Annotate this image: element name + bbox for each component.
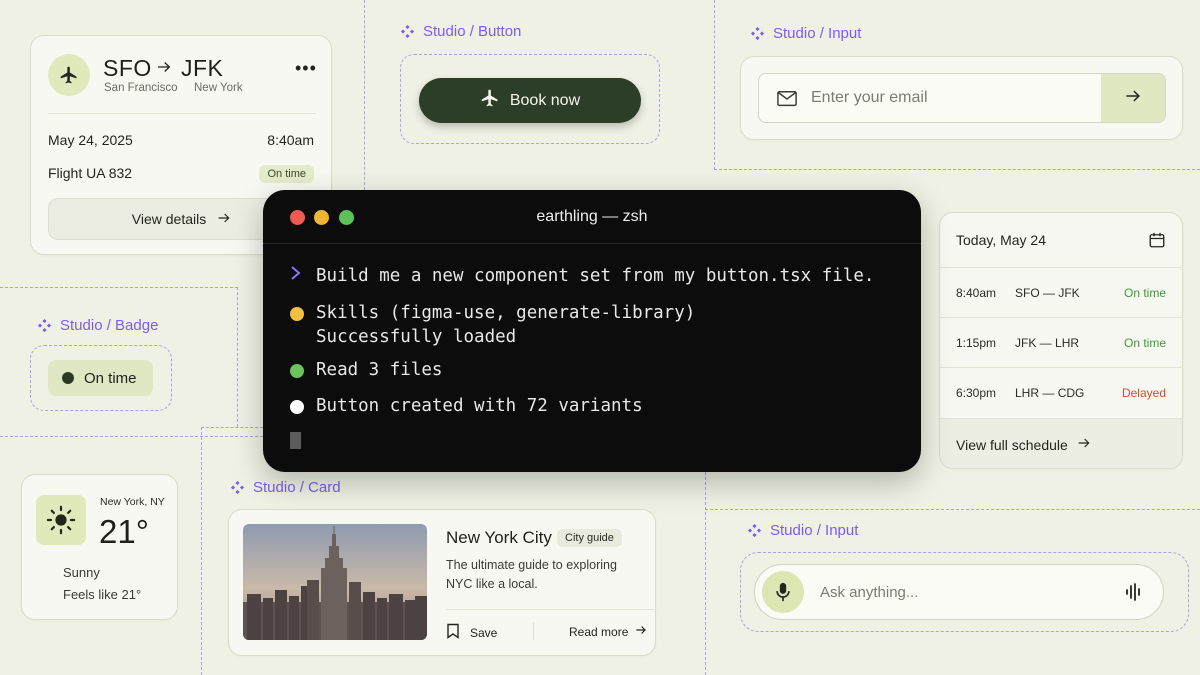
on-time-badge: On time <box>48 360 153 396</box>
guide-line <box>705 509 1200 510</box>
status-bullet <box>290 307 304 321</box>
arrow-right-icon <box>216 210 232 229</box>
terminal-window: earthling — zsh Build me a new component… <box>263 190 921 472</box>
weather-feels-like: Feels like 21° <box>63 587 142 602</box>
terminal-output-line: Skills (figma-use, generate-library) <box>316 303 696 323</box>
arrow-right-icon <box>1123 86 1143 111</box>
cursor <box>290 432 301 449</box>
prompt-chevron-icon <box>290 265 302 286</box>
view-schedule-link[interactable]: View full schedule <box>940 418 1182 468</box>
component-icon <box>747 523 762 538</box>
component-icon <box>37 318 52 333</box>
divider <box>48 113 316 114</box>
calendar-icon[interactable] <box>1148 231 1166 254</box>
email-field[interactable]: Enter your email <box>758 73 1166 123</box>
guide-line <box>705 472 706 675</box>
view-details-label: View details <box>131 211 207 227</box>
city-guide-tag: City guide <box>557 529 622 547</box>
studio-label-card: Studio / Card <box>230 479 341 496</box>
ask-input[interactable]: Ask anything... <box>754 564 1164 620</box>
plane-icon <box>480 88 500 113</box>
city-skyline-image <box>243 524 427 640</box>
save-button[interactable]: Save <box>446 623 497 642</box>
flight-number: Flight UA 832 <box>48 165 133 181</box>
arrow-right-icon <box>1076 435 1092 454</box>
terminal-titlebar: earthling — zsh <box>263 190 921 244</box>
guide-line <box>714 0 715 170</box>
ask-placeholder: Ask anything... <box>820 584 919 601</box>
city-guide-card: New York City City guide The ultimate gu… <box>228 509 657 656</box>
weather-card: New York, NY 21° Sunny Feels like 21° <box>21 474 178 620</box>
terminal-output-line: Read 3 files <box>316 360 443 380</box>
terminal-title: earthling — zsh <box>536 208 648 225</box>
weather-location: New York, NY <box>100 496 165 508</box>
component-icon <box>230 480 245 495</box>
guide-line <box>237 287 238 427</box>
weather-condition: Sunny <box>63 565 100 580</box>
book-now-label: Book now <box>509 91 581 109</box>
card-description: The ultimate guide to exploring NYC like… <box>446 558 617 591</box>
studio-label-badge: Studio / Badge <box>37 317 158 334</box>
destination-city: New York <box>194 82 243 94</box>
weather-temp: 21° <box>99 513 149 550</box>
studio-label-button: Studio / Button <box>400 23 521 40</box>
read-more-link[interactable]: Read more <box>569 623 648 640</box>
flight-time: 8:40am <box>267 132 314 148</box>
component-icon <box>400 24 415 39</box>
guide-line <box>0 436 263 437</box>
destination-code: JFK <box>181 55 224 81</box>
schedule-row[interactable]: 1:15pm JFK — LHR On time <box>940 317 1182 367</box>
plane-icon <box>48 54 90 96</box>
arrow-right-icon <box>634 623 648 640</box>
status-badge: On time <box>259 165 314 183</box>
status-text: On time <box>1123 335 1166 350</box>
terminal-output-line: Successfully loaded <box>316 327 517 347</box>
terminal-command: Build me a new component set from my but… <box>316 266 875 286</box>
submit-button[interactable] <box>1101 74 1165 122</box>
card-title: New York City <box>446 528 552 547</box>
status-bullet <box>290 364 304 378</box>
separator <box>533 622 534 640</box>
book-now-button[interactable]: Book now <box>419 78 641 123</box>
studio-label-input: Studio / Input <box>747 522 858 539</box>
schedule-card: Today, May 24 8:40am SFO — JFK On time 1… <box>939 212 1183 469</box>
guide-line <box>364 0 365 190</box>
guide-line <box>0 287 238 288</box>
guide-line <box>201 427 263 428</box>
bookmark-icon <box>446 623 460 642</box>
status-text: On time <box>1123 285 1166 300</box>
status-bullet <box>290 400 304 414</box>
component-icon <box>750 26 765 41</box>
terminal-output-line: Button created with 72 variants <box>316 396 643 416</box>
microphone-icon[interactable] <box>762 571 804 613</box>
guide-line <box>714 169 1200 170</box>
origin-city: San Francisco <box>104 82 178 94</box>
guide-line <box>201 427 202 675</box>
status-text: Delayed <box>1121 385 1166 400</box>
sun-icon <box>36 495 86 545</box>
schedule-row[interactable]: 8:40am SFO — JFK On time <box>940 267 1182 317</box>
schedule-header: Today, May 24 <box>956 232 1047 248</box>
more-icon[interactable]: ••• <box>295 58 317 79</box>
waveform-icon[interactable] <box>1125 583 1141 606</box>
schedule-row[interactable]: 6:30pm LHR — CDG Delayed <box>940 367 1182 417</box>
divider <box>446 609 657 610</box>
status-dot <box>62 372 74 384</box>
origin-code: SFO <box>103 55 152 81</box>
arrow-right-icon <box>155 58 173 81</box>
flight-date: May 24, 2025 <box>48 132 133 148</box>
email-placeholder: Enter your email <box>811 89 928 106</box>
studio-label-input: Studio / Input <box>750 25 861 42</box>
mail-icon <box>776 89 798 114</box>
